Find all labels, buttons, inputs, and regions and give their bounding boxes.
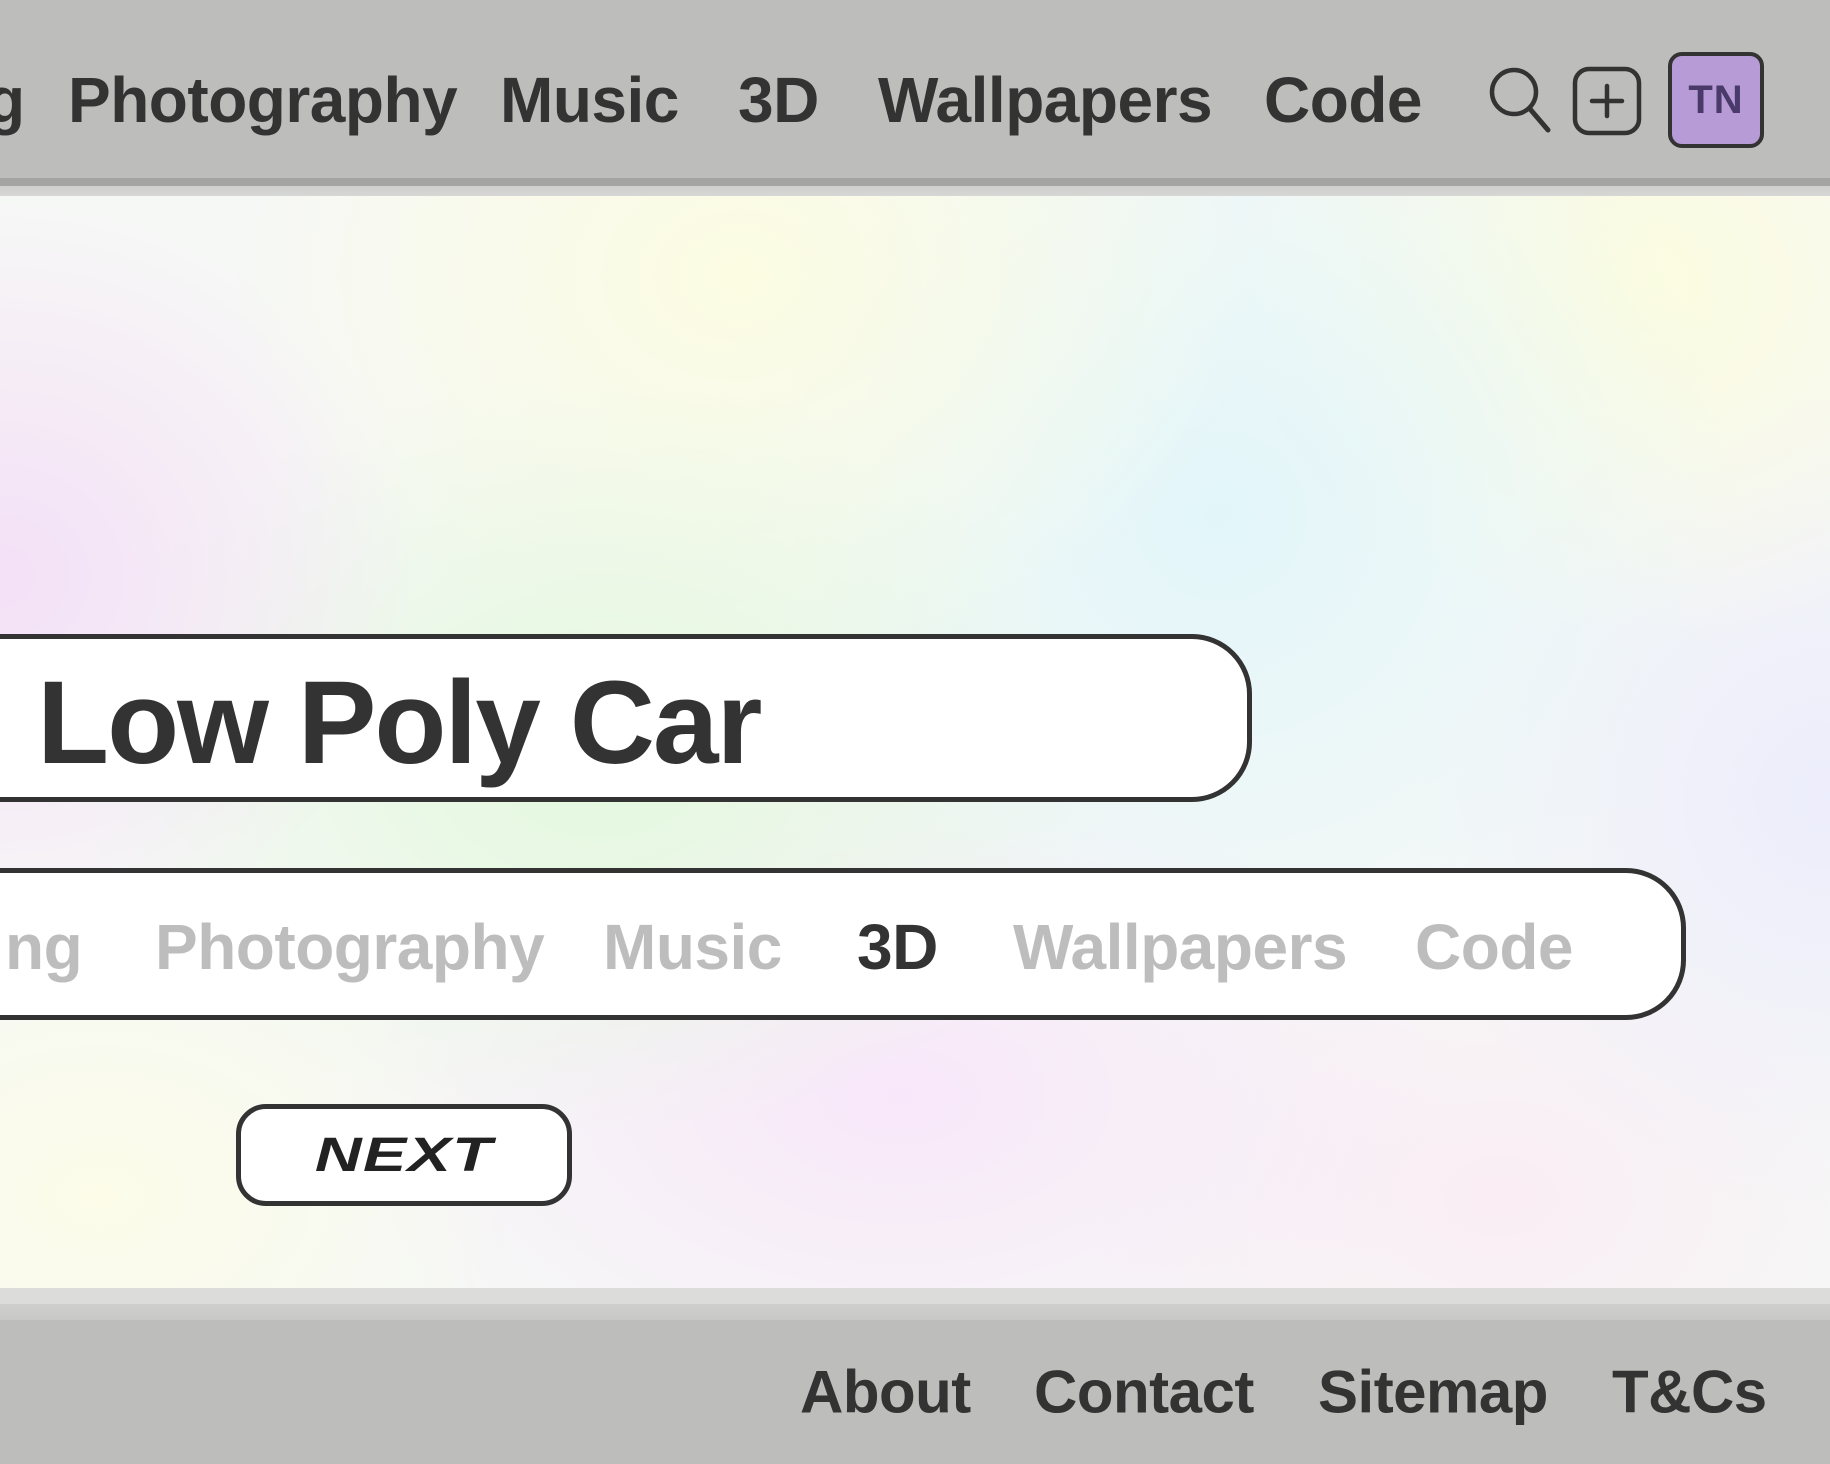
add-icon[interactable] — [1572, 66, 1642, 136]
nav-item-photography[interactable]: Photography — [68, 63, 458, 137]
title-card: Low Poly Car — [0, 634, 1252, 802]
category-tabs: ng Photography Music 3D Wallpapers Code — [0, 868, 1686, 1020]
hero-section: Low Poly Car ng Photography Music 3D Wal… — [0, 196, 1830, 1288]
footer-link-about[interactable]: About — [800, 1358, 971, 1427]
tab-music[interactable]: Music — [603, 910, 782, 984]
footer-link-tcs[interactable]: T&Cs — [1612, 1358, 1767, 1427]
page: g Photography Music 3D Wallpapers Code T… — [0, 0, 1830, 1464]
top-navigation-bar: g Photography Music 3D Wallpapers Code T… — [0, 0, 1830, 178]
nav-item-music[interactable]: Music — [500, 63, 679, 137]
footer-bar: About Contact Sitemap T&Cs — [0, 1320, 1830, 1464]
tab-code[interactable]: Code — [1415, 910, 1574, 984]
nav-item-3d[interactable]: 3D — [738, 63, 819, 137]
footer-link-contact[interactable]: Contact — [1034, 1358, 1254, 1427]
next-button[interactable]: NEXT — [236, 1104, 572, 1206]
header-divider — [0, 178, 1830, 196]
search-icon[interactable] — [1486, 64, 1552, 134]
footer-divider — [0, 1288, 1830, 1320]
next-button-label: NEXT — [314, 1128, 494, 1182]
user-avatar[interactable]: TN — [1668, 52, 1764, 148]
tab-partial[interactable]: ng — [5, 910, 83, 984]
nav-item-wallpapers[interactable]: Wallpapers — [878, 63, 1213, 137]
tab-photography[interactable]: Photography — [155, 910, 545, 984]
footer-link-sitemap[interactable]: Sitemap — [1318, 1358, 1548, 1427]
tab-3d[interactable]: 3D — [857, 910, 938, 984]
page-title: Low Poly Car — [37, 657, 762, 789]
nav-item-partial[interactable]: g — [0, 63, 25, 137]
tab-wallpapers[interactable]: Wallpapers — [1013, 910, 1348, 984]
nav-item-code[interactable]: Code — [1264, 63, 1423, 137]
